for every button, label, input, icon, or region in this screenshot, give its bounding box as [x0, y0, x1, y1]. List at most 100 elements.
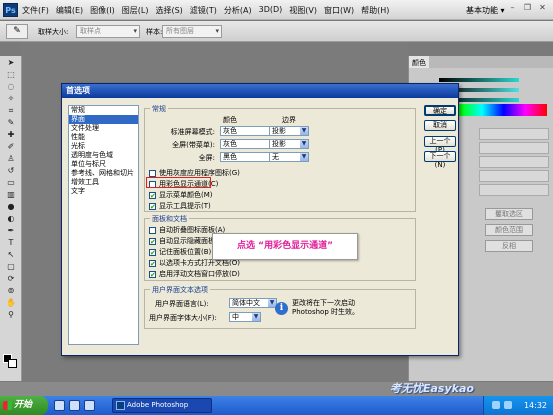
clock: 14:32: [523, 401, 547, 410]
media-icon[interactable]: [84, 400, 95, 411]
checkbox-box: ✔: [149, 237, 156, 246]
tab-color[interactable]: 颜色: [409, 56, 429, 68]
nav-item-type[interactable]: 文字: [69, 187, 138, 196]
taskbar-item-photoshop[interactable]: Adobe Photoshop: [112, 398, 212, 413]
restore-icon[interactable]: ❐: [521, 3, 534, 15]
workspace-switcher[interactable]: 基本功能 ▾: [466, 5, 505, 16]
browser-icon[interactable]: [69, 400, 80, 411]
nav-item-plugins[interactable]: 增效工具: [69, 178, 138, 187]
zoom-tool-icon[interactable]: ⚲: [3, 309, 19, 320]
stamp-tool-icon[interactable]: ♙: [3, 153, 19, 164]
menu-filter[interactable]: 滤镜(T): [190, 5, 217, 16]
healing-brush-icon[interactable]: ✚: [3, 129, 19, 140]
nav-item-interface[interactable]: 界面: [69, 115, 138, 124]
list-item[interactable]: [479, 156, 549, 168]
history-brush-icon[interactable]: ↺: [3, 165, 19, 176]
photoshop-logo: Ps: [3, 3, 18, 17]
nav-item-cursors[interactable]: 光标: [69, 142, 138, 151]
pen-tool-icon[interactable]: ✒: [3, 225, 19, 236]
list-item[interactable]: [479, 184, 549, 196]
floating-dock-checkbox[interactable]: ✔ 启用浮动文档窗口停放(D): [149, 269, 240, 279]
menu-window[interactable]: 窗口(W): [324, 5, 354, 16]
invert-button[interactable]: 反相: [485, 240, 533, 252]
list-item[interactable]: [479, 170, 549, 182]
next-button[interactable]: 下一个(N): [424, 151, 456, 169]
menu-layer[interactable]: 图层(L): [122, 5, 149, 16]
tooltips-checkbox[interactable]: ✔ 显示工具提示(T): [149, 201, 211, 211]
start-button[interactable]: 开始: [0, 396, 48, 415]
fullscreen-menu-border-value: 投影: [272, 140, 286, 148]
eyedropper-tool-icon[interactable]: ✎: [6, 24, 28, 39]
menu-colors-checkbox[interactable]: ✔ 显示菜单颜色(M): [149, 190, 213, 200]
move-tool-icon[interactable]: ➤: [3, 57, 19, 68]
remember-panel-checkbox[interactable]: ✔ 记住面板位置(B): [149, 247, 211, 257]
menu-select[interactable]: 选择(S): [155, 5, 182, 16]
ui-font-size-select[interactable]: 中 ▼: [229, 312, 261, 322]
network-icon[interactable]: [492, 401, 500, 409]
menu-edit[interactable]: 编辑(E): [56, 5, 83, 16]
nav-item-transparency[interactable]: 透明度与色域: [69, 151, 138, 160]
ui-font-size-label: 用户界面字体大小(F):: [149, 314, 217, 322]
color-range-button[interactable]: 颜色范围: [485, 224, 533, 236]
previous-button[interactable]: 上一个(P): [424, 136, 456, 154]
list-item[interactable]: [479, 128, 549, 140]
type-tool-icon[interactable]: T: [3, 237, 19, 248]
standard-mode-border-value: 投影: [272, 127, 286, 135]
select-button[interactable]: 矍取选区: [485, 208, 533, 220]
checkbox-box: ✔: [149, 259, 156, 268]
marquee-tool-icon[interactable]: ⬚: [3, 69, 19, 80]
gradient-tool-icon[interactable]: ▥: [3, 189, 19, 200]
menu-3d[interactable]: 3D(D): [259, 5, 283, 16]
sample-select[interactable]: 所有图层: [162, 25, 222, 38]
fullscreen-border-select[interactable]: 无 ▼: [269, 152, 309, 162]
minimize-icon[interactable]: –: [506, 3, 519, 15]
options-bar: ✎ 取样大小: 取样点 样本: 所有图层: [0, 21, 553, 42]
checkbox-box: [149, 226, 156, 234]
menu-image[interactable]: 图像(I): [90, 5, 115, 16]
crop-tool-icon[interactable]: ⌗: [3, 105, 19, 116]
nav-item-units[interactable]: 单位与标尺: [69, 160, 138, 169]
fullscreen-menu-border-select[interactable]: 投影 ▼: [269, 139, 309, 149]
hand-tool-icon[interactable]: ✋: [3, 297, 19, 308]
background-color-swatch[interactable]: [8, 359, 17, 368]
nav-item-general[interactable]: 常规: [69, 106, 138, 115]
eyedropper-icon[interactable]: ✎: [3, 117, 19, 128]
cancel-button[interactable]: 取消: [424, 120, 456, 131]
ui-language-select[interactable]: 简体中文 ▼: [229, 298, 277, 308]
desktop-icon[interactable]: [54, 400, 65, 411]
lasso-tool-icon[interactable]: ◌: [3, 81, 19, 92]
shape-tool-icon[interactable]: ▢: [3, 261, 19, 272]
list-item[interactable]: [479, 142, 549, 154]
path-select-icon[interactable]: ↖: [3, 249, 19, 260]
menu-analysis[interactable]: 分析(A): [224, 5, 252, 16]
eraser-tool-icon[interactable]: ▭: [3, 177, 19, 188]
quick-select-tool-icon[interactable]: ✧: [3, 93, 19, 104]
blur-tool-icon[interactable]: ●: [3, 201, 19, 212]
close-icon[interactable]: ✕: [536, 3, 549, 15]
sample-size-select[interactable]: 取样点: [76, 25, 140, 38]
3d-rotate-icon[interactable]: ⟳: [3, 273, 19, 284]
nav-item-performance[interactable]: 性能: [69, 133, 138, 142]
volume-icon[interactable]: [504, 401, 512, 409]
menu-help[interactable]: 帮助(H): [361, 5, 389, 16]
watermark-logo: 考无忧Easykao: [390, 382, 474, 395]
brush-tool-icon[interactable]: ✐: [3, 141, 19, 152]
standard-mode-border-select[interactable]: 投影 ▼: [269, 126, 309, 136]
menu-file[interactable]: 文件(F): [22, 5, 49, 16]
nav-item-guides[interactable]: 参考线、网格和切片: [69, 169, 138, 178]
chevron-down-icon: ▼: [300, 140, 308, 148]
fullscreen-menu-color-value: 灰色: [223, 140, 237, 148]
border-column-header: 边界: [282, 116, 296, 124]
dodge-tool-icon[interactable]: ◐: [3, 213, 19, 224]
ui-language-value: 简体中文: [232, 299, 260, 307]
dialog-title: 首选项: [62, 84, 458, 98]
fullscreen-menu-label: 全屏(带菜单):: [172, 141, 215, 149]
ok-button[interactable]: 确定: [424, 105, 456, 116]
3d-orbit-icon[interactable]: ⊚: [3, 285, 19, 296]
menu-view[interactable]: 视图(V): [289, 5, 317, 16]
quick-launch: [54, 400, 95, 411]
sample-label: 样本:: [146, 28, 163, 36]
red-slider[interactable]: [439, 78, 519, 82]
general-group: 常规 颜色 边界 标准屏幕模式: 灰色 ▼ 投影 ▼ 全屏(带菜单): 灰色 ▼ 投影…: [144, 104, 416, 212]
nav-item-file-handling[interactable]: 文件处理: [69, 124, 138, 133]
